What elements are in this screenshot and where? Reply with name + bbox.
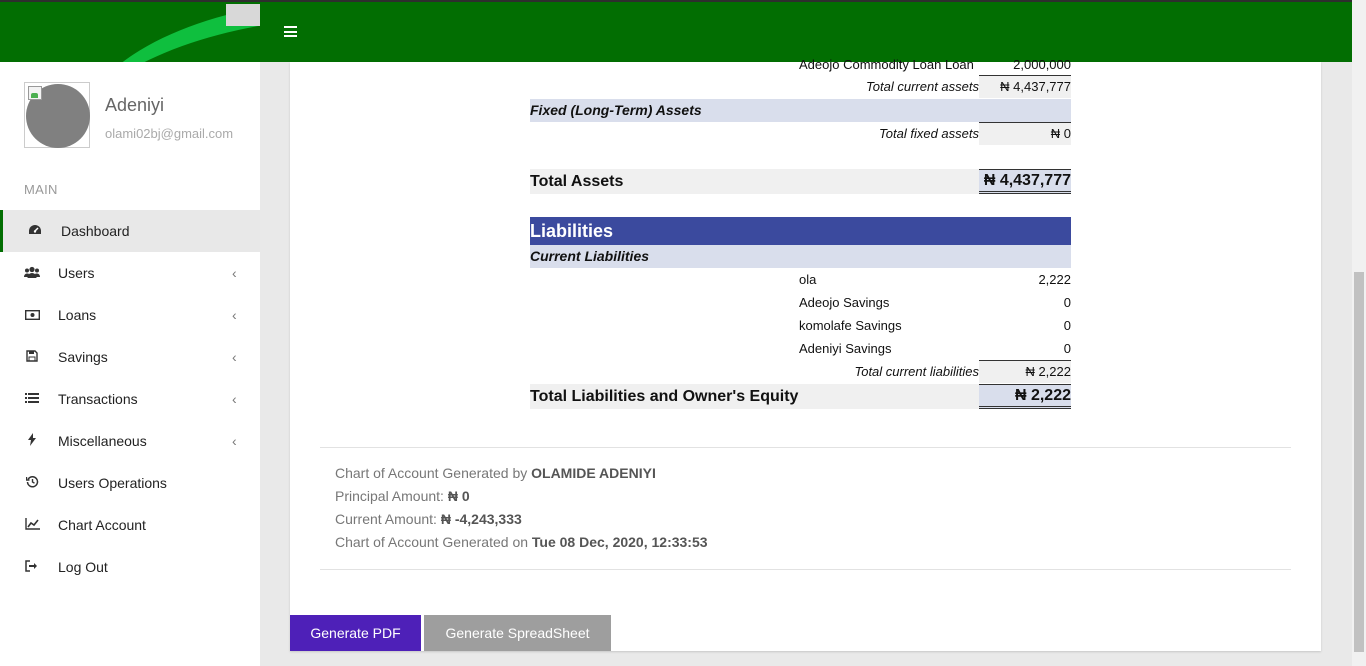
- divider: [320, 569, 1291, 570]
- sidebar-item-savings[interactable]: Savings ‹: [0, 336, 260, 378]
- total-current-assets-row: Total current assets ₦ 4,437,777: [530, 75, 1071, 98]
- total-fixed-assets-row: Total fixed assets ₦ 0: [530, 122, 1071, 145]
- generated-by-line: Chart of Account Generated by OLAMIDE AD…: [335, 465, 656, 481]
- broken-image-icon: [28, 86, 42, 100]
- sidebar-nav: Dashboard Users ‹ Loans ‹ Savings ‹ Tran…: [0, 210, 260, 588]
- bolt-icon: [24, 433, 40, 449]
- chevron-left-icon: ‹: [232, 391, 237, 407]
- history-icon: [24, 475, 40, 491]
- sidebar-item-log-out[interactable]: Log Out: [0, 546, 260, 588]
- sidebar-section-label: MAIN: [24, 182, 58, 197]
- table-row: Adeojo Savings 0: [799, 295, 1071, 310]
- sidebar: Adeniyi olami02bj@gmail.com MAIN Dashboa…: [0, 62, 260, 666]
- sidebar-item-transactions[interactable]: Transactions ‹: [0, 378, 260, 420]
- sidebar-item-label: Transactions: [58, 391, 138, 407]
- table-row: Adeniyi Savings 0: [799, 341, 1071, 356]
- sidebar-item-label: Users Operations: [58, 475, 167, 491]
- avatar: [24, 82, 90, 148]
- generate-spreadsheet-button[interactable]: Generate SpreadSheet: [424, 615, 611, 651]
- chevron-left-icon: ‹: [232, 265, 237, 281]
- liabilities-heading: Liabilities: [530, 217, 1071, 245]
- sidebar-item-label: Dashboard: [61, 223, 130, 239]
- total-liabilities-equity-row: Total Liabilities and Owner's Equity ₦ 2…: [530, 384, 1071, 409]
- sidebar-item-miscellaneous[interactable]: Miscellaneous ‹: [0, 420, 260, 462]
- current-liabilities-heading: Current Liabilities: [530, 245, 1071, 268]
- chevron-left-icon: ‹: [232, 433, 237, 449]
- divider: [320, 447, 1291, 448]
- dashboard-icon: [27, 224, 43, 239]
- generated-on-line: Chart of Account Generated on Tue 08 Dec…: [335, 534, 708, 550]
- table-row: komolafe Savings 0: [799, 318, 1071, 333]
- chevron-left-icon: ‹: [232, 349, 237, 365]
- sidebar-item-label: Savings: [58, 349, 108, 365]
- sidebar-item-users-operations[interactable]: Users Operations: [0, 462, 260, 504]
- list-icon: [24, 392, 40, 407]
- sidebar-item-label: Users: [58, 265, 95, 281]
- user-name: Adeniyi: [105, 95, 165, 115]
- total-current-liabilities-row: Total current liabilities ₦ 2,222: [530, 360, 1071, 383]
- sidebar-item-loans[interactable]: Loans ‹: [0, 294, 260, 336]
- users-icon: [24, 266, 40, 281]
- current-amount-line: Current Amount: ₦ -4,243,333: [335, 511, 522, 527]
- sidebar-item-label: Chart Account: [58, 517, 146, 533]
- table-row: ola 2,222: [799, 272, 1071, 287]
- hamburger-icon[interactable]: [284, 26, 297, 37]
- money-icon: [24, 308, 40, 323]
- scrollbar-thumb[interactable]: [1354, 272, 1364, 652]
- sidebar-item-chart-account[interactable]: Chart Account: [0, 504, 260, 546]
- brand-logo: [0, 2, 260, 62]
- sign-out-icon: [24, 559, 40, 575]
- asset-row: Adeojo Commodity Loan Loan 2,000,000: [799, 57, 1071, 72]
- principal-amount-line: Principal Amount: ₦ 0: [335, 488, 470, 504]
- floppy-icon: [24, 349, 40, 365]
- sidebar-item-users[interactable]: Users ‹: [0, 252, 260, 294]
- chevron-left-icon: ‹: [232, 307, 237, 323]
- fixed-assets-heading: Fixed (Long-Term) Assets: [530, 99, 1071, 122]
- generate-pdf-button[interactable]: Generate PDF: [290, 615, 421, 651]
- sidebar-item-label: Loans: [58, 307, 97, 323]
- line-chart-icon: [24, 517, 40, 533]
- sidebar-item-dashboard[interactable]: Dashboard: [0, 210, 260, 252]
- sidebar-item-label: Miscellaneous: [58, 433, 147, 449]
- chart-of-account-panel: Adeojo Commodity Loan Loan 2,000,000 Tot…: [290, 57, 1321, 651]
- sidebar-item-label: Log Out: [58, 559, 108, 575]
- page-scrollbar[interactable]: [1352, 0, 1366, 666]
- user-email: olami02bj@gmail.com: [105, 126, 234, 141]
- total-assets-row: Total Assets ₦ 4,437,777: [530, 169, 1071, 194]
